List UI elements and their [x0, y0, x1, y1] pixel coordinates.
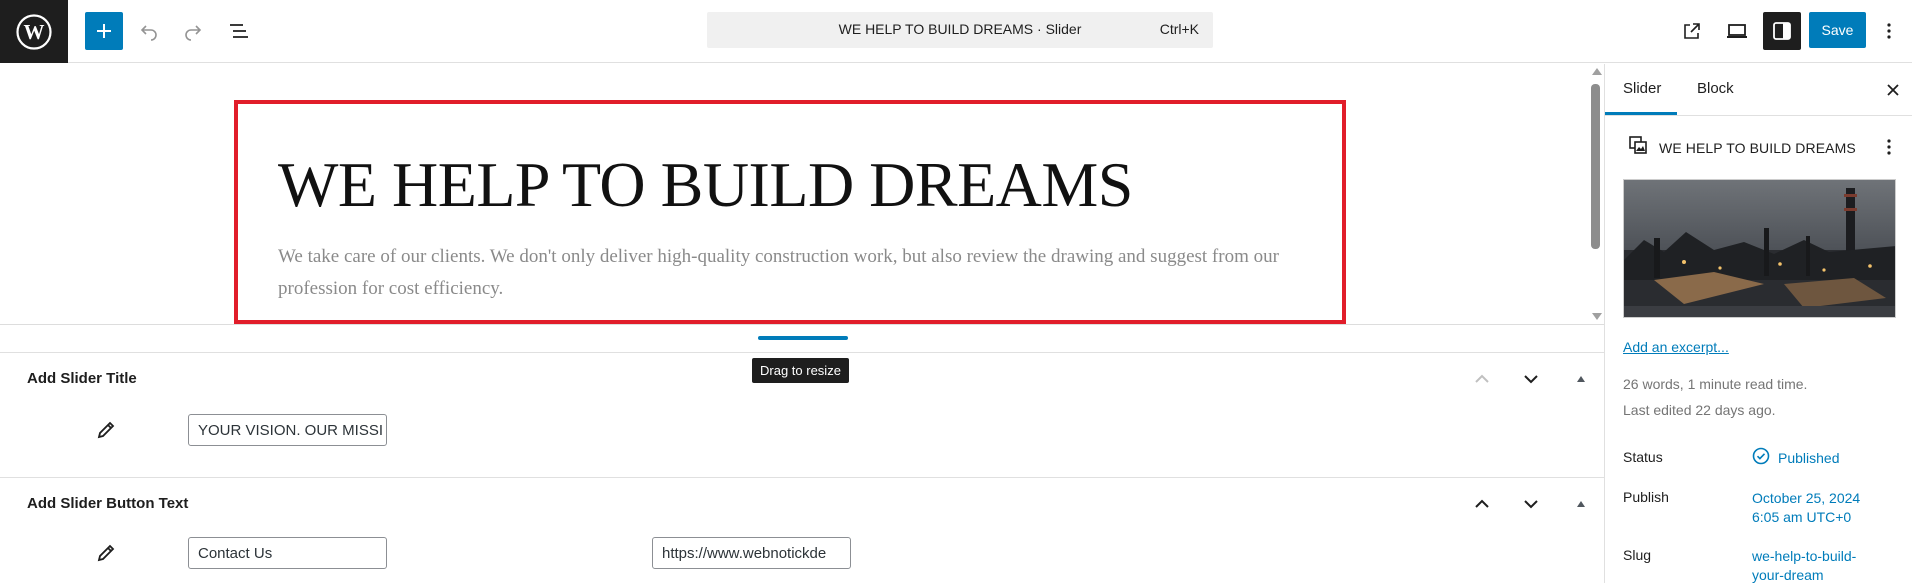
resize-handle[interactable] — [758, 336, 848, 340]
publish-date: October 25, 2024 — [1752, 490, 1861, 506]
list-view-icon — [230, 24, 248, 38]
slide-block[interactable]: WE HELP TO BUILD DREAMS We take care of … — [234, 100, 1346, 324]
document-overview-button[interactable] — [220, 12, 258, 50]
wordpress-logo-button[interactable]: W — [0, 0, 68, 63]
settings-toggle-button[interactable] — [1763, 12, 1801, 50]
wordpress-logo-icon: W — [16, 13, 52, 50]
scroll-down-arrow-icon[interactable] — [1592, 313, 1602, 320]
collapse-toggle-button[interactable] — [1565, 488, 1597, 520]
scroll-up-arrow-icon[interactable] — [1592, 68, 1602, 75]
svg-text:W: W — [24, 20, 45, 44]
slide-title[interactable]: WE HELP TO BUILD DREAMS — [278, 148, 1133, 222]
scrollbar-thumb[interactable] — [1591, 84, 1600, 249]
publish-label: Publish — [1623, 489, 1669, 505]
slider-button-metabox: Add Slider Button Text Contact Us https:… — [0, 477, 1604, 583]
triangle-up-icon — [1577, 376, 1585, 382]
undo-button[interactable] — [130, 12, 168, 50]
move-down-button[interactable] — [1515, 488, 1547, 520]
redo-button[interactable] — [174, 12, 212, 50]
button-url-input[interactable]: https://www.webnotickde — [652, 537, 851, 569]
move-up-button[interactable] — [1466, 363, 1498, 395]
industrial-plant-image — [1624, 180, 1895, 317]
command-palette-bar[interactable]: WE HELP TO BUILD DREAMS · Slider Ctrl+K — [707, 12, 1213, 48]
keyboard-shortcut: Ctrl+K — [1159, 21, 1199, 37]
move-up-button[interactable] — [1466, 488, 1498, 520]
save-button[interactable]: Save — [1809, 12, 1866, 48]
publish-date-button[interactable]: October 25, 2024 6:05 am UTC+0 — [1752, 489, 1860, 527]
collapse-toggle-button[interactable] — [1565, 363, 1597, 395]
metabox-heading: Add Slider Title — [27, 370, 137, 387]
last-edited: Last edited 22 days ago. — [1623, 402, 1776, 418]
view-post-button[interactable] — [1673, 12, 1711, 50]
word-count: 26 words, 1 minute read time. — [1623, 376, 1808, 392]
slider-title-input[interactable]: YOUR VISION. OUR MISSI — [188, 414, 387, 446]
canvas-divider — [0, 324, 1604, 325]
pencil-icon — [97, 421, 115, 439]
desktop-icon — [1727, 24, 1747, 38]
editor-canvas[interactable]: WE HELP TO BUILD DREAMS We take care of … — [0, 64, 1604, 324]
status-label: Status — [1623, 449, 1663, 465]
metabox-heading: Add Slider Button Text — [27, 495, 189, 512]
post-title: WE HELP TO BUILD DREAMS — [1659, 140, 1856, 156]
close-icon[interactable] — [1883, 80, 1903, 100]
slider-title-metabox: Add Slider Title YOUR VISION. OUR MISSI — [0, 352, 1604, 477]
tab-slider[interactable]: Slider — [1623, 80, 1661, 97]
slug-button[interactable]: we-help-to-build- your-dream — [1752, 547, 1856, 583]
device-preview-button[interactable] — [1718, 12, 1756, 50]
canvas-scrollbar[interactable] — [1588, 64, 1604, 324]
triangle-up-icon — [1577, 501, 1585, 507]
active-tab-indicator — [1605, 112, 1677, 115]
redo-icon — [185, 25, 202, 41]
external-link-icon — [1684, 23, 1700, 39]
undo-icon — [140, 25, 157, 41]
plus-icon — [97, 24, 111, 38]
document-title: WE HELP TO BUILD DREAMS · Slider — [838, 21, 1082, 37]
button-text-input[interactable]: Contact Us — [188, 537, 387, 569]
chevron-up-icon — [1475, 499, 1489, 508]
tab-block[interactable]: Block — [1697, 80, 1734, 97]
chevron-up-icon — [1475, 374, 1489, 383]
slug-line: we-help-to-build- — [1752, 548, 1857, 564]
editor-header: W WE HELP TO BUILD DREAMS · Slider Ctrl+… — [0, 0, 1912, 63]
check-circle-icon — [1752, 447, 1770, 465]
settings-sidebar: Slider Block WE HELP TO BUILD DREAMS Add… — [1604, 64, 1912, 583]
publish-time: 6:05 am UTC+0 — [1752, 509, 1852, 525]
add-block-button[interactable] — [85, 12, 123, 50]
kebab-menu-icon[interactable] — [1879, 136, 1899, 158]
slug-line: your-dream — [1752, 567, 1824, 583]
chevron-down-icon — [1524, 375, 1538, 384]
sidebar-tabs: Slider Block — [1605, 64, 1912, 116]
options-menu-button[interactable] — [1874, 12, 1904, 50]
slug-label: Slug — [1623, 547, 1652, 563]
post-type-icon — [1629, 136, 1647, 154]
sidebar-toggle-icon — [1773, 22, 1791, 40]
move-down-button[interactable] — [1515, 363, 1547, 395]
status-value-button[interactable]: Published — [1778, 449, 1840, 468]
chevron-down-icon — [1524, 500, 1538, 509]
featured-image[interactable] — [1623, 179, 1896, 318]
pencil-icon — [97, 544, 115, 562]
slide-description[interactable]: We take care of our clients. We don't on… — [278, 241, 1308, 305]
add-excerpt-link[interactable]: Add an excerpt... — [1623, 339, 1729, 355]
kebab-menu-icon — [1887, 23, 1891, 39]
